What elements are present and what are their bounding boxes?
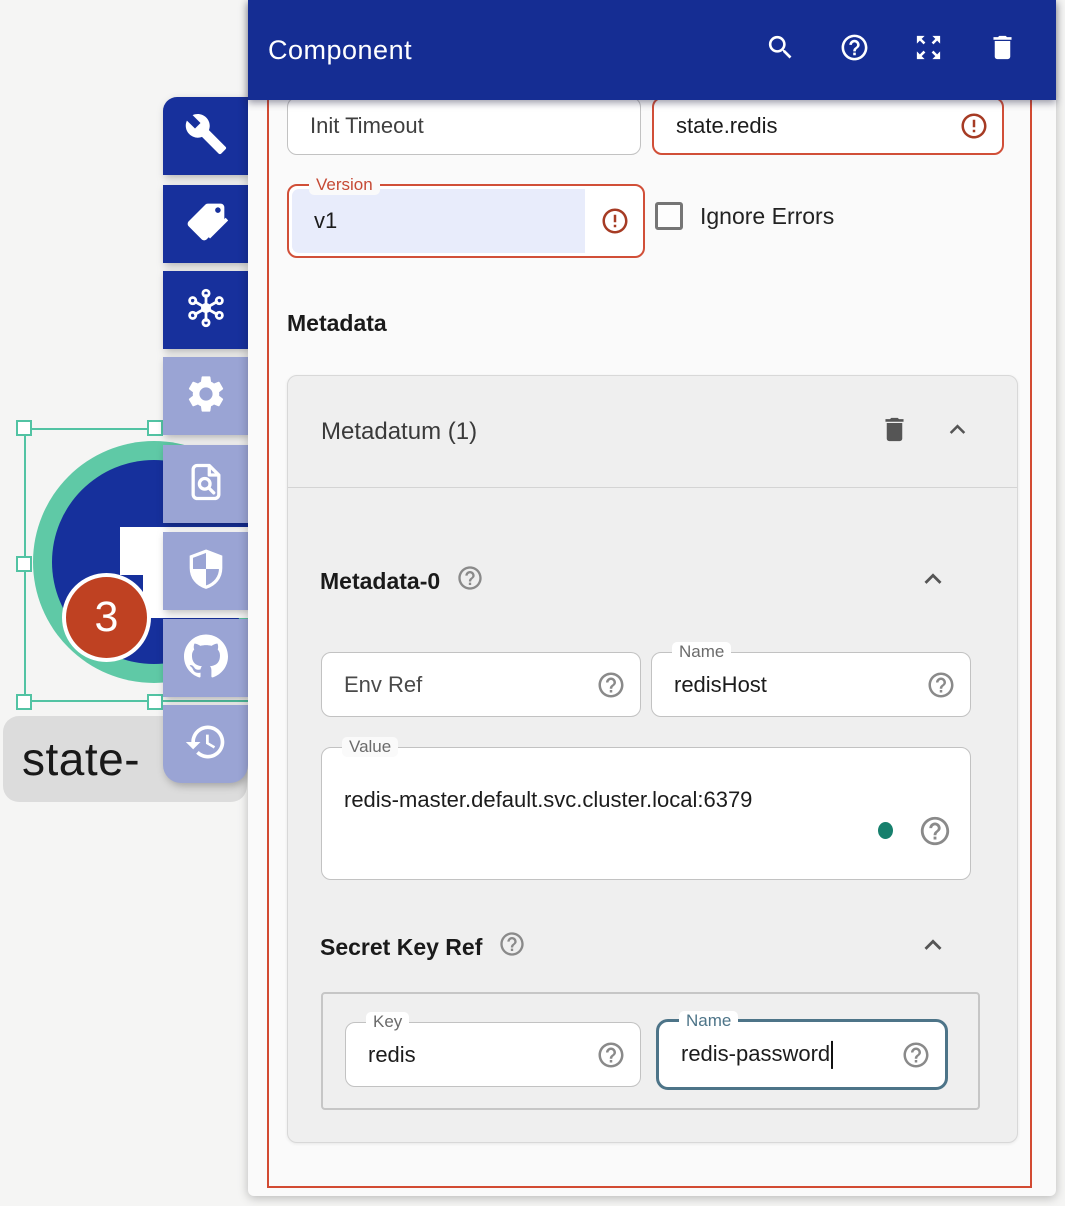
hub-button[interactable] — [163, 271, 248, 349]
collapse-secret-icon[interactable] — [916, 928, 950, 962]
drawer-header: Component — [248, 0, 1056, 100]
wrench-icon — [184, 112, 228, 161]
hub-icon — [184, 286, 228, 335]
collapse-metadata-0-icon[interactable] — [916, 562, 950, 596]
selection-handle[interactable] — [147, 420, 163, 436]
secret-key-ref-title: Secret Key Ref — [320, 934, 482, 961]
error-icon — [959, 111, 989, 141]
tag-button[interactable] — [163, 185, 248, 263]
configure-button[interactable] — [163, 97, 248, 175]
secret-key-value: redis — [368, 1042, 416, 1068]
secret-name-label: Name — [679, 1011, 738, 1031]
resize-dot[interactable] — [878, 822, 893, 839]
help-icon[interactable] — [596, 1040, 626, 1070]
metadata-name-value: redisHost — [674, 672, 767, 698]
shield-icon — [184, 547, 228, 596]
collapse-metadatum-icon[interactable] — [942, 414, 973, 450]
help-icon[interactable] — [901, 1040, 931, 1070]
secret-key-field[interactable]: Key redis — [345, 1022, 641, 1087]
help-icon[interactable] — [456, 564, 484, 598]
text-cursor — [831, 1041, 833, 1069]
node-error-badge[interactable]: 3 — [62, 573, 151, 662]
help-icon[interactable] — [918, 814, 952, 848]
metadata-heading: Metadata — [287, 310, 387, 337]
metadata-name-label: Name — [672, 642, 731, 662]
help-icon[interactable] — [596, 670, 626, 700]
env-ref-placeholder: Env Ref — [344, 672, 422, 698]
metadata-0-title: Metadata-0 — [320, 568, 440, 595]
version-field[interactable]: Version v1 — [287, 184, 645, 258]
history-icon — [184, 720, 228, 769]
help-icon[interactable] — [926, 670, 956, 700]
init-timeout-placeholder: Init Timeout — [310, 113, 424, 139]
metadatum-card-title: Metadatum (1) — [321, 418, 477, 446]
github-icon — [184, 634, 228, 683]
secret-name-field[interactable]: Name redis-password — [656, 1019, 948, 1090]
selection-handle[interactable] — [16, 556, 32, 572]
security-button[interactable] — [163, 532, 248, 610]
init-timeout-field[interactable]: Init Timeout — [287, 97, 641, 155]
selection-handle[interactable] — [147, 694, 163, 710]
ignore-errors-checkbox[interactable] — [655, 202, 683, 230]
settings-button[interactable] — [163, 357, 248, 435]
metadata-0-heading: Metadata-0 — [320, 564, 484, 598]
drawer-title: Component — [268, 35, 412, 66]
metadata-value-label: Value — [342, 737, 398, 757]
env-ref-field[interactable]: Env Ref — [321, 652, 641, 717]
ignore-errors-label: Ignore Errors — [700, 201, 834, 231]
doc-search-icon — [184, 460, 228, 509]
history-button[interactable] — [163, 705, 248, 783]
selection-handle[interactable] — [16, 420, 32, 436]
selection-handle[interactable] — [16, 694, 32, 710]
secret-key-label: Key — [366, 1012, 409, 1032]
gear-icon — [184, 372, 228, 421]
metadata-value-text: redis-master.default.svc.cluster.local:6… — [344, 787, 752, 813]
inspect-button[interactable] — [163, 445, 248, 523]
trash-icon[interactable] — [987, 32, 1018, 68]
delete-metadatum-icon[interactable] — [879, 414, 910, 450]
component-type-field[interactable]: state.redis — [652, 97, 1004, 155]
search-icon[interactable] — [765, 32, 796, 68]
help-icon[interactable] — [839, 32, 870, 68]
metadata-name-field[interactable]: Name redisHost — [651, 652, 971, 717]
version-value: v1 — [314, 208, 337, 234]
github-button[interactable] — [163, 619, 248, 697]
version-label: Version — [309, 175, 380, 195]
help-icon[interactable] — [498, 930, 526, 964]
component-drawer: Component Init Timeout state.redis Versi… — [248, 0, 1056, 1196]
metadatum-card-header[interactable]: Metadatum (1) — [288, 376, 1017, 488]
secret-name-value: redis-password — [681, 1040, 830, 1065]
component-type-value: state.redis — [676, 113, 778, 139]
error-icon — [600, 206, 630, 236]
secret-key-ref-heading: Secret Key Ref — [320, 930, 526, 964]
metadata-value-field[interactable]: Value redis-master.default.svc.cluster.l… — [321, 747, 971, 880]
expand-icon[interactable] — [913, 32, 944, 68]
tag-icon — [184, 200, 228, 249]
